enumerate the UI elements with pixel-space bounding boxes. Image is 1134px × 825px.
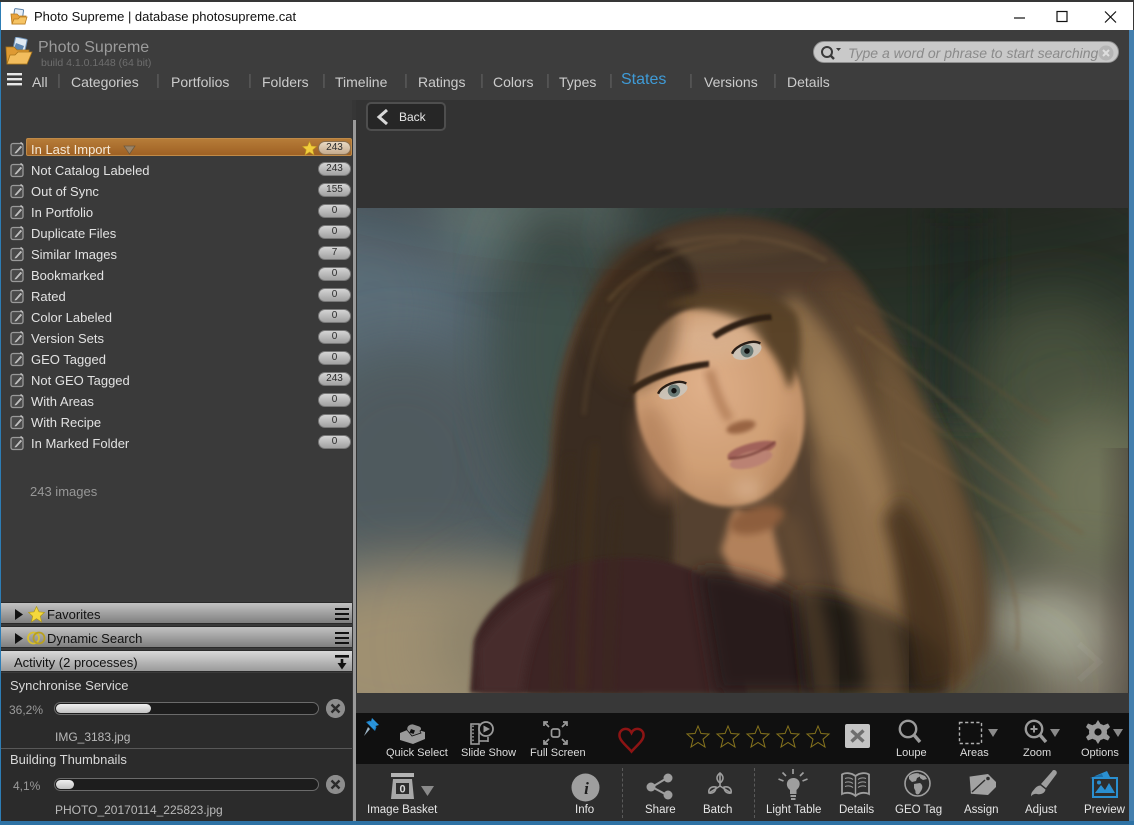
svg-text:i: i — [584, 779, 589, 798]
svg-text:0: 0 — [399, 784, 405, 796]
